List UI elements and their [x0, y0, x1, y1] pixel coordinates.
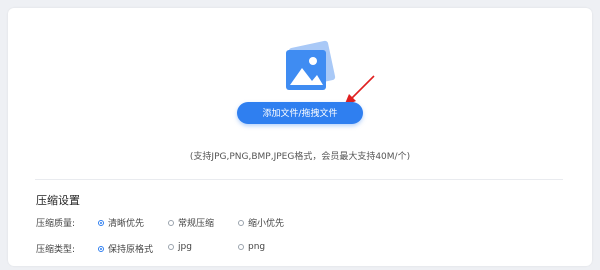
divider: [35, 179, 563, 180]
radio-icon[interactable]: [238, 219, 244, 226]
option-label: png: [248, 242, 266, 252]
compress-settings-title: 压缩设置: [36, 194, 80, 207]
option-label: 保持原格式: [108, 245, 154, 255]
option-label: 缩小优先: [248, 219, 285, 229]
radio-icon[interactable]: [168, 219, 174, 226]
radio-checked-icon[interactable]: [98, 245, 104, 252]
radio-checked-icon[interactable]: [98, 219, 104, 226]
radio-icon[interactable]: [238, 244, 244, 250]
type-option-original[interactable]: 保持原格式: [98, 242, 153, 255]
quality-label: 压缩质量:: [36, 219, 76, 229]
type-label: 压缩类型:: [36, 245, 76, 255]
quality-option-normal[interactable]: 常规压缩: [168, 216, 214, 229]
type-option-png[interactable]: png: [238, 242, 265, 252]
image-upload-icon[interactable]: [280, 40, 340, 102]
supported-formats-text: (支持JPG,PNG,BMP,JPEG格式，会员最大支持40M/个): [189, 152, 411, 162]
add-file-button[interactable]: 添加文件/拖拽文件: [237, 102, 363, 124]
quality-option-clear[interactable]: 清晰优先: [98, 216, 144, 229]
option-label: jpg: [178, 242, 192, 252]
upload-card: 添加文件/拖拽文件 (支持JPG,PNG,BMP,JPEG格式，会员最大支持40…: [8, 8, 592, 266]
option-label: 常规压缩: [178, 219, 215, 229]
option-label: 清晰优先: [108, 219, 145, 229]
radio-icon[interactable]: [168, 244, 174, 250]
type-option-jpg[interactable]: jpg: [168, 242, 192, 252]
quality-option-small[interactable]: 缩小优先: [238, 216, 284, 229]
